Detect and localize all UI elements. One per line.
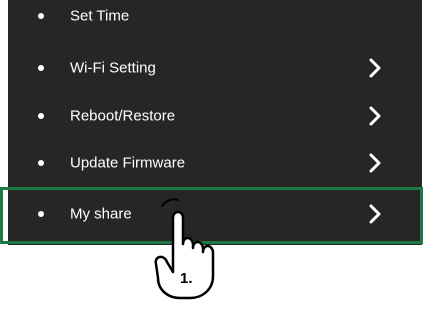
bullet-icon [38, 160, 44, 166]
menu-item-label: Set Time [70, 7, 130, 25]
menu-item-label: Update Firmware [70, 154, 186, 172]
chevron-right-icon [369, 153, 381, 173]
menu-item-set-time[interactable]: Set Time [8, 0, 422, 40]
bullet-icon [38, 113, 44, 119]
chevron-right-icon [369, 58, 381, 78]
chevron-right-icon [369, 106, 381, 126]
menu-item-update-firmware[interactable]: Update Firmware [8, 139, 422, 187]
menu-item-label: Reboot/Restore [70, 107, 176, 125]
bullet-icon [38, 13, 44, 19]
tap-hand-icon: 1. [154, 198, 215, 300]
menu-item-wifi-setting[interactable]: Wi-Fi Setting [8, 44, 422, 92]
step-label: 1. [180, 270, 193, 287]
bullet-icon [38, 65, 44, 71]
menu-item-reboot-restore[interactable]: Reboot/Restore [8, 92, 422, 140]
menu-item-label: Wi-Fi Setting [70, 59, 156, 77]
